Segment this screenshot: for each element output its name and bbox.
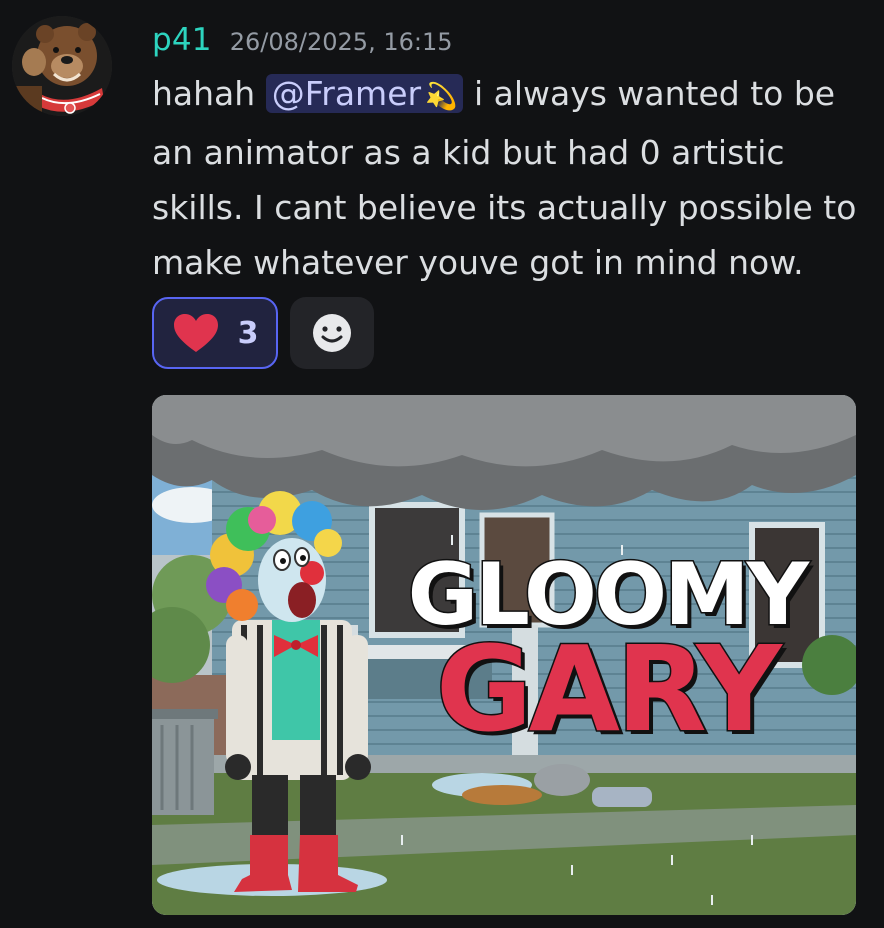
heart-icon (173, 314, 218, 352)
user-mention[interactable]: @Framer 💫 (265, 74, 464, 113)
heart-reaction-button[interactable]: 3 (152, 297, 278, 369)
username[interactable]: p41 (152, 22, 212, 58)
avatar[interactable] (12, 16, 112, 116)
image-title-line2: GARY (434, 619, 783, 758)
bear-avatar-icon (12, 16, 112, 116)
message-text-start: hahah (152, 74, 266, 113)
mention-label: @Framer (271, 74, 422, 113)
timestamp: 26/08/2025, 16:15 (229, 28, 453, 56)
reactions-bar: 3 (152, 297, 374, 369)
message-content: hahah @Framer 💫 i always wanted to be an … (152, 66, 872, 290)
message-header: p41 26/08/2025, 16:15 (152, 22, 452, 58)
add-reaction-button[interactable] (290, 297, 374, 369)
image-attachment[interactable]: GLOOMY GARY (152, 395, 856, 915)
smiley-plus-icon (313, 314, 351, 352)
dizzy-star-icon: 💫 (425, 82, 458, 112)
reaction-count: 3 (237, 315, 259, 351)
image-title-overlay: GLOOMY GARY (406, 551, 810, 758)
chat-message: p41 26/08/2025, 16:15 hahah @Framer 💫 i a… (0, 0, 884, 928)
